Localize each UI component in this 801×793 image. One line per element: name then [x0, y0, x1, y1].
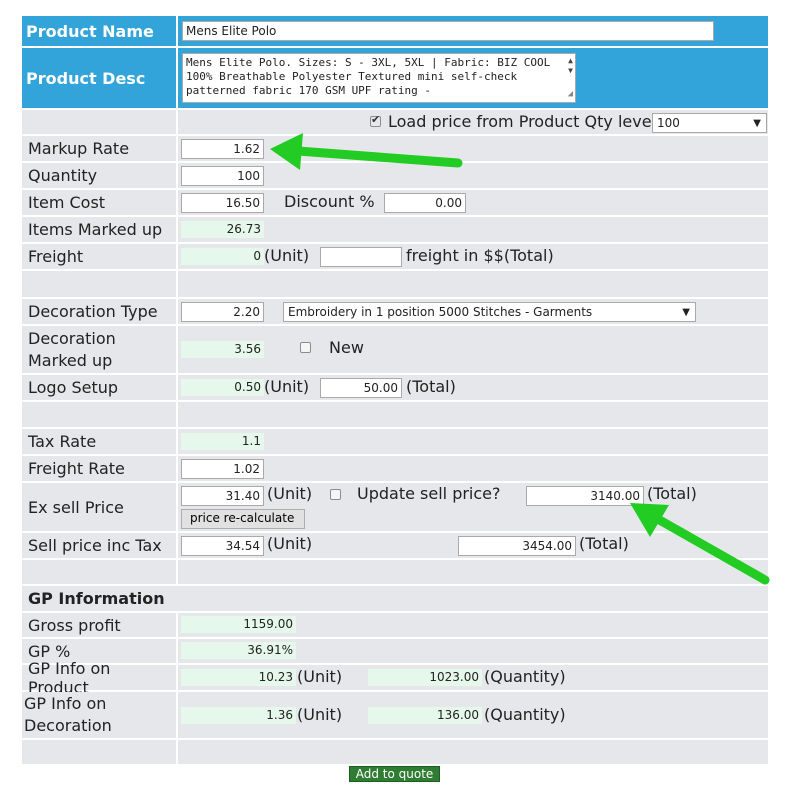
product-name-input[interactable]: Mens Elite Polo [182, 21, 714, 41]
ex-sell-total-input[interactable]: 3140.00 [526, 486, 644, 506]
gp-decoration-label: GP Info on Decoration [22, 692, 176, 738]
markup-row: Markup Rate 1.62 [22, 136, 768, 161]
freight-unit-suffix: (Unit) [264, 246, 310, 265]
freight-rate-input[interactable]: 1.02 [181, 459, 264, 479]
textarea-scroll-icon[interactable]: ▲ ▼ [568, 56, 573, 76]
freight-label: Freight [22, 244, 176, 269]
load-price-label: Load price from Product Qty level [388, 112, 656, 131]
ex-sell-suffix: (Unit) [267, 484, 313, 503]
product-desc-label: Product Desc [22, 48, 176, 108]
add-to-quote-button[interactable]: Add to quote [349, 766, 440, 782]
inc-tax-row: Sell price inc Tax 34.54 (Unit) 3454.00 … [22, 533, 768, 558]
pricing-form: Product Name Mens Elite Polo Product Des… [22, 16, 768, 766]
qty-price-row: Load price from Product Qty level 100 ▼ [22, 110, 768, 134]
inc-tax-suffix: (Unit) [267, 534, 313, 553]
gp-product-unit: 10.23 [181, 669, 296, 686]
ex-sell-input[interactable]: 31.40 [181, 486, 264, 506]
inc-tax-total-suffix: (Total) [579, 534, 629, 553]
spacer-row [22, 560, 768, 584]
quantity-label: Quantity [22, 163, 176, 188]
item-cost-input[interactable]: 16.50 [181, 193, 264, 213]
price-recalculate-button[interactable]: price re-calculate [181, 509, 305, 529]
quantity-row: Quantity 100 [22, 163, 768, 188]
logo-total-input[interactable]: 50.00 [320, 378, 402, 398]
gp-percent-value: 36.91% [181, 642, 296, 659]
tax-rate-value: 1.1 [181, 433, 264, 450]
tax-rate-label: Tax Rate [22, 429, 176, 454]
product-name-label: Product Name [22, 16, 176, 46]
freight-rate-row: Freight Rate 1.02 [22, 456, 768, 481]
freight-rate-label: Freight Rate [22, 456, 176, 481]
gp-product-unit-suffix: (Unit) [297, 667, 343, 686]
freight-total-suffix: freight in $$(Total) [406, 246, 554, 265]
decoration-marked-value: 3.56 [181, 341, 264, 358]
gp-section-heading: GP Information [22, 586, 768, 611]
new-label: New [329, 338, 364, 357]
gp-decoration-row: GP Info on Decoration 1.36 (Unit) 136.00… [22, 692, 768, 738]
logo-unit-suffix: (Unit) [264, 377, 310, 396]
gross-profit-label: Gross profit [22, 613, 176, 637]
update-sell-label: Update sell price? [357, 484, 501, 503]
freight-row: Freight 0 (Unit) freight in $$(Total) [22, 244, 768, 269]
markup-input[interactable]: 1.62 [181, 139, 264, 159]
items-marked-row: Items Marked up 26.73 [22, 217, 768, 242]
discount-input[interactable]: 0.00 [384, 193, 466, 213]
qty-level-value: 100 [657, 116, 680, 130]
decoration-type-select[interactable]: Embroidery in 1 position 5000 Stitches -… [283, 302, 696, 322]
decoration-type-row: Decoration Type 2.20 Embroidery in 1 pos… [22, 299, 768, 324]
decoration-type-label: Decoration Type [22, 299, 176, 324]
spacer-row [22, 271, 768, 297]
gp-decoration-qty-suffix: (Quantity) [484, 705, 566, 724]
logo-unit-value: 0.50 [181, 379, 264, 396]
new-checkbox[interactable] [300, 342, 311, 353]
spacer-row [22, 402, 768, 427]
gp-product-qty-suffix: (Quantity) [484, 667, 566, 686]
qty-level-select[interactable]: 100 ▼ [652, 113, 767, 133]
gp-product-row: GP Info on Product 10.23 (Unit) 1023.00 … [22, 659, 768, 697]
decoration-marked-row: Decoration Marked up 3.56 New [22, 326, 768, 373]
gp-decoration-unit: 1.36 [181, 707, 296, 724]
ex-sell-row: Ex sell Price 31.40 (Unit) Update sell p… [22, 483, 768, 531]
inc-tax-input[interactable]: 34.54 [181, 536, 264, 556]
gp-decoration-unit-suffix: (Unit) [297, 705, 343, 724]
logo-setup-label: Logo Setup [22, 375, 176, 400]
decoration-marked-label: Decoration Marked up [22, 326, 176, 373]
item-cost-label: Item Cost [22, 190, 176, 215]
load-price-checkbox[interactable] [370, 113, 381, 127]
update-sell-checkbox[interactable] [330, 489, 341, 500]
item-cost-row: Item Cost 16.50 Discount % 0.00 [22, 190, 768, 215]
product-name-row: Product Name Mens Elite Polo [22, 16, 768, 46]
logo-setup-row: Logo Setup 0.50 (Unit) 50.00 (Total) [22, 375, 768, 400]
decoration-type-option: Embroidery in 1 position 5000 Stitches -… [288, 305, 593, 319]
gp-product-label: GP Info on Product [22, 659, 176, 697]
spacer-row [22, 740, 768, 764]
logo-total-suffix: (Total) [406, 377, 456, 396]
items-marked-value: 26.73 [181, 221, 264, 238]
ex-sell-label: Ex sell Price [22, 483, 176, 531]
gross-profit-value: 1159.00 [181, 616, 296, 633]
markup-label: Markup Rate [22, 136, 176, 161]
gp-decoration-qty: 136.00 [368, 707, 482, 724]
quantity-input[interactable]: 100 [181, 166, 264, 186]
items-marked-label: Items Marked up [22, 217, 176, 242]
gp-product-qty: 1023.00 [368, 669, 482, 686]
inc-tax-total-input[interactable]: 3454.00 [458, 536, 576, 556]
resize-grip-icon[interactable]: ◢ [568, 87, 573, 101]
chevron-down-icon: ▼ [753, 118, 761, 129]
product-desc-row: Product Desc Mens Elite Polo. Sizes: S -… [22, 48, 768, 108]
chevron-down-icon: ▼ [682, 307, 690, 318]
inc-tax-label: Sell price inc Tax [22, 533, 176, 558]
ex-sell-total-suffix: (Total) [647, 484, 697, 503]
product-desc-text: Mens Elite Polo. Sizes: S - 3XL, 5XL | F… [186, 56, 551, 97]
product-desc-textarea[interactable]: Mens Elite Polo. Sizes: S - 3XL, 5XL | F… [182, 53, 576, 103]
discount-label: Discount % [284, 192, 375, 211]
freight-total-input[interactable] [320, 247, 402, 267]
freight-unit-value: 0 [181, 248, 264, 265]
tax-rate-row: Tax Rate 1.1 [22, 429, 768, 454]
gross-profit-row: Gross profit 1159.00 [22, 613, 768, 637]
gp-section-row: GP Information [22, 586, 768, 611]
decoration-type-input[interactable]: 2.20 [181, 302, 264, 322]
